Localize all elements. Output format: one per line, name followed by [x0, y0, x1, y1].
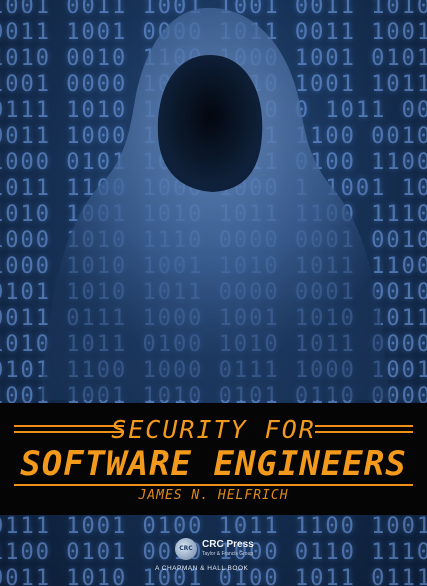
- publisher-subtitle: Taylor & Francis Group: [202, 551, 254, 557]
- hooded-figure-image: [40, 7, 390, 400]
- crc-press-logo-icon: CRC: [175, 538, 197, 560]
- title-line-2: SOFTWARE ENGINEERS: [20, 444, 407, 484]
- author-name: JAMES N. HELFRICH: [138, 488, 289, 503]
- title-underline-rule: [14, 484, 413, 486]
- publisher-name: CRC Press: [202, 539, 254, 550]
- book-cover: 1001 0011 1001 1001 0011 1010 0011 1001 …: [0, 0, 427, 586]
- title-line-1: SECURITY FOR: [111, 415, 316, 444]
- publisher-imprint: A CHAPMAN & HALL BOOK: [155, 565, 249, 572]
- publisher-block: CRC CRC Press Taylor & Francis Group A C…: [155, 538, 295, 578]
